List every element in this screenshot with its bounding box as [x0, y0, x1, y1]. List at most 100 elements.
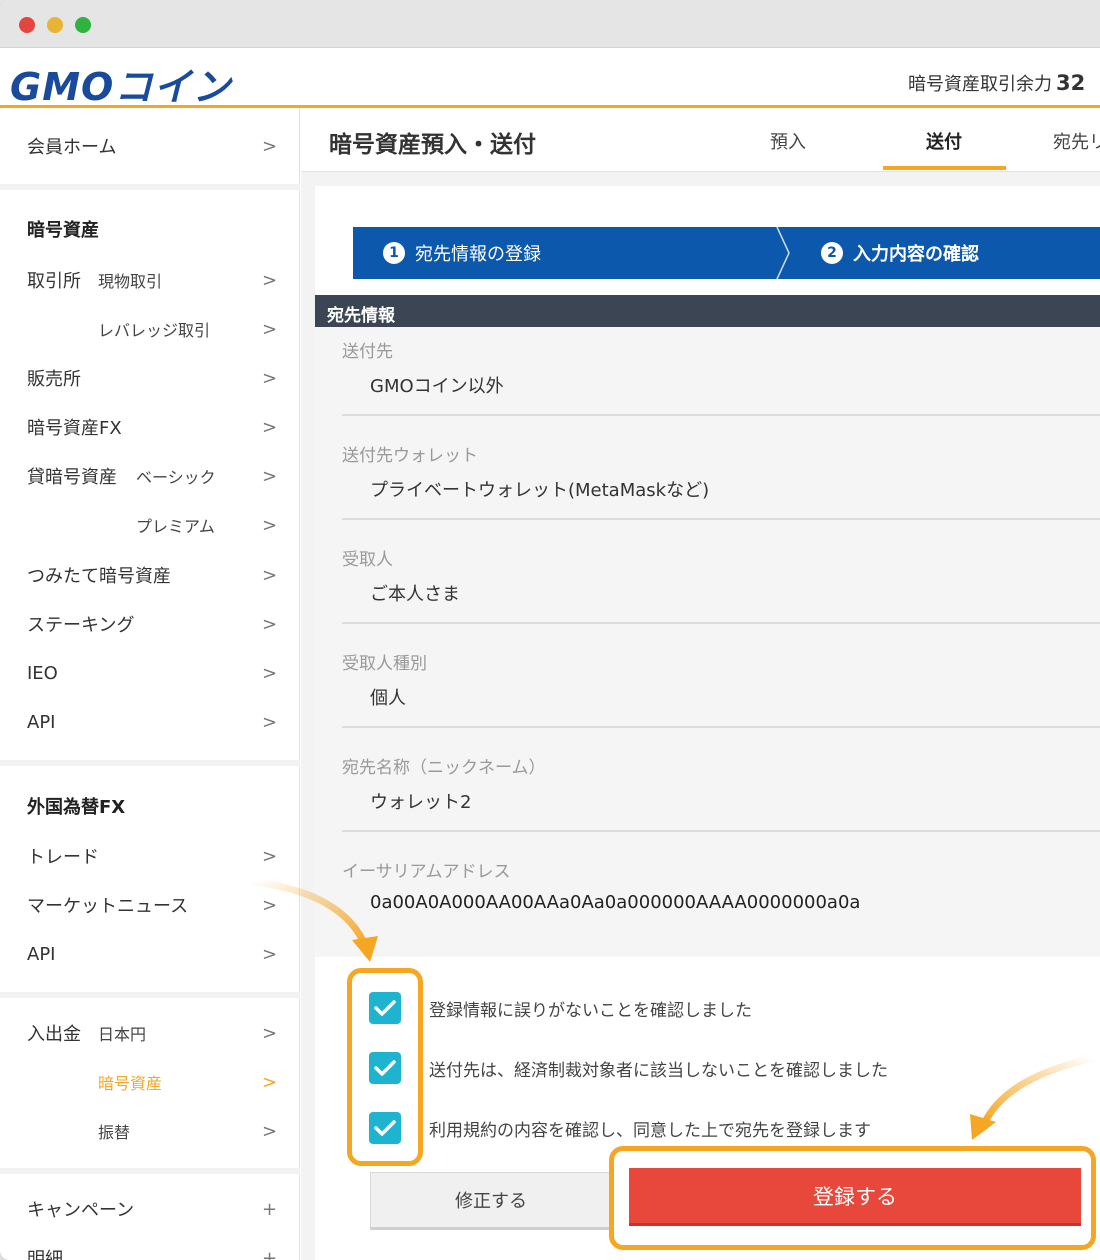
sidebar-item-campaign[interactable]: キャンペーン + [0, 1187, 300, 1231]
sidebar-item-fx-trade[interactable]: トレード > [0, 834, 300, 878]
sidebar-item-details[interactable]: 明細 + [0, 1236, 300, 1260]
sidebar-item-label: IEO [27, 662, 58, 684]
sidebar-item-label: 明細 [27, 1249, 63, 1260]
sidebar-item-label: 入出金 [27, 1024, 81, 1045]
chevron-right-icon: > [262, 1022, 278, 1044]
checkbox-highlight-frame [347, 968, 423, 1166]
content-card: 1 宛先情報の登録 2 入力内容の確認 宛先情報 送付先 GMOコイン以外 送付… [315, 186, 1100, 1260]
plus-icon: + [262, 1198, 278, 1220]
chevron-right-icon: > [262, 318, 278, 340]
sidebar-divider [0, 184, 300, 190]
field-divider [342, 414, 1100, 416]
sidebar-item-ieo[interactable]: IEO > [0, 651, 300, 695]
sidebar-item-deposit-transfer[interactable]: 振替 > [0, 1109, 300, 1153]
balance-label: 暗号資産取引余力 [908, 74, 1052, 95]
sidebar-item-tsumitate[interactable]: つみたて暗号資産 > [0, 553, 300, 597]
chevron-right-icon: > [262, 367, 278, 389]
maximize-window-button[interactable] [75, 17, 91, 33]
sidebar-divider [0, 992, 300, 998]
sidebar-subitem-label: ベーシック [136, 468, 216, 487]
sidebar-item-exchange-leverage[interactable]: レバレッジ取引 > [0, 307, 300, 351]
chevron-right-icon: > [262, 943, 278, 965]
chevron-right-icon: > [262, 711, 278, 733]
field-divider [342, 726, 1100, 728]
sidebar-subitem-label: プレミアム [136, 517, 215, 536]
sidebar-item-label: API [27, 711, 56, 733]
sidebar-item-label: API [27, 943, 56, 965]
field-destination: 送付先 GMOコイン以外 [342, 337, 1100, 398]
sidebar-item-home[interactable]: 会員ホーム > [0, 124, 300, 168]
field-label: 送付先ウォレット [342, 446, 478, 466]
sidebar-item-label: マーケットニュース [27, 896, 189, 917]
chevron-right-icon: > [262, 1071, 278, 1093]
page-header: 暗号資産預入・送付 預入 送付 宛先リ [301, 108, 1100, 172]
chevron-right-icon: > [262, 894, 278, 916]
step-label: 宛先情報の登録 [415, 244, 541, 265]
field-divider [342, 830, 1100, 832]
sidebar-heading-fx: 外国為替FX [27, 797, 126, 818]
sidebar-item-fx-news[interactable]: マーケットニュース > [0, 883, 300, 927]
sidebar-item-exchange-spot[interactable]: 取引所 現物取引 > [0, 258, 300, 302]
field-value: GMOコイン以外 [370, 376, 504, 397]
step-2: 2 入力内容の確認 [821, 240, 979, 266]
confirm-check-info[interactable]: 登録情報に誤りがないことを確認しました [369, 992, 752, 1024]
field-label: 受取人 [342, 550, 393, 570]
field-value: ウォレット2 [370, 792, 472, 813]
confirm-check-sanctions[interactable]: 送付先は、経済制裁対象者に該当しないことを確認しました [369, 1052, 888, 1084]
sidebar-item-crypto-fx[interactable]: 暗号資産FX > [0, 405, 300, 449]
sidebar-item-label: 販売所 [27, 369, 81, 390]
field-recipient: 受取人 ご本人さま [342, 545, 1100, 606]
field-divider [342, 518, 1100, 520]
trading-balance: 暗号資産取引余力 32 [908, 70, 1085, 96]
field-label: 受取人種別 [342, 654, 427, 674]
tab-deposit[interactable]: 預入 [770, 128, 806, 154]
sidebar-subitem-label: 振替 [98, 1123, 131, 1142]
chevron-right-icon: > [262, 416, 278, 438]
field-label: 宛先名称（ニックネーム） [342, 758, 546, 778]
sidebar-item-label: 会員ホーム [27, 137, 117, 158]
chevron-right-icon: > [262, 564, 278, 586]
edit-button[interactable]: 修正する [370, 1172, 612, 1230]
checkbox-label: 利用規約の内容を確認し、同意した上で宛先を登録します [429, 1120, 871, 1141]
tab-send[interactable]: 送付 [926, 128, 962, 154]
field-value: 個人 [370, 688, 406, 709]
active-tab-indicator [883, 166, 1006, 170]
chevron-right-icon: > [262, 269, 278, 291]
confirm-check-terms[interactable]: 利用規約の内容を確認し、同意した上で宛先を登録します [369, 1112, 871, 1144]
register-button-highlight-frame [609, 1146, 1096, 1250]
minimize-window-button[interactable] [47, 17, 63, 33]
sidebar-item-deposit-jpy[interactable]: 入出金 日本円 > [0, 1011, 300, 1055]
sidebar-item-label: つみたて暗号資産 [27, 566, 171, 587]
field-label: 送付先 [342, 342, 393, 362]
sidebar-item-fx-api[interactable]: API > [0, 932, 300, 976]
step-indicator: 1 宛先情報の登録 2 入力内容の確認 [353, 227, 1100, 279]
checkbox-label: 登録情報に誤りがないことを確認しました [429, 1000, 752, 1021]
sidebar-item-lending-basic[interactable]: 貸暗号資産 ベーシック > [0, 454, 300, 498]
field-label: イーサリアムアドレス [342, 862, 511, 882]
close-window-button[interactable] [19, 17, 35, 33]
logo-kana: コイン [114, 65, 232, 109]
step-1: 1 宛先情報の登録 [383, 240, 541, 266]
chevron-right-icon: > [262, 613, 278, 635]
gmo-coin-logo[interactable]: GMOコイン [10, 56, 231, 111]
sidebar-item-label: 取引所 [27, 271, 81, 292]
sidebar-subitem-label: 暗号資産 [98, 1074, 163, 1093]
field-nickname: 宛先名称（ニックネーム） ウォレット2 [342, 753, 1100, 814]
sidebar-item-deposit-crypto[interactable]: 暗号資産 > [0, 1060, 300, 1104]
sidebar-item-api[interactable]: API > [0, 700, 300, 744]
sidebar-item-lending-premium[interactable]: プレミアム > [0, 503, 300, 547]
plus-icon: + [262, 1247, 278, 1260]
sidebar-divider [0, 1168, 300, 1174]
sidebar-item-staking[interactable]: ステーキング > [0, 602, 300, 646]
sidebar-item-label: 暗号資産FX [27, 418, 122, 439]
logo-text: GMO [10, 65, 115, 109]
field-value: 0a00A0A000AA00AAa0Aa0a000000AAAA0000000a… [370, 892, 861, 913]
chevron-right-icon: > [262, 465, 278, 487]
sidebar-item-sales[interactable]: 販売所 > [0, 356, 300, 400]
sidebar: 会員ホーム > 暗号資産 取引所 現物取引 > レバレッジ取引 > 販売所 > … [0, 108, 300, 1260]
window-titlebar [0, 0, 1100, 48]
field-divider [342, 622, 1100, 624]
sidebar-subitem-label: 現物取引 [98, 272, 163, 291]
step-number-2: 2 [821, 242, 843, 264]
tab-address-list[interactable]: 宛先リ [1053, 128, 1100, 154]
